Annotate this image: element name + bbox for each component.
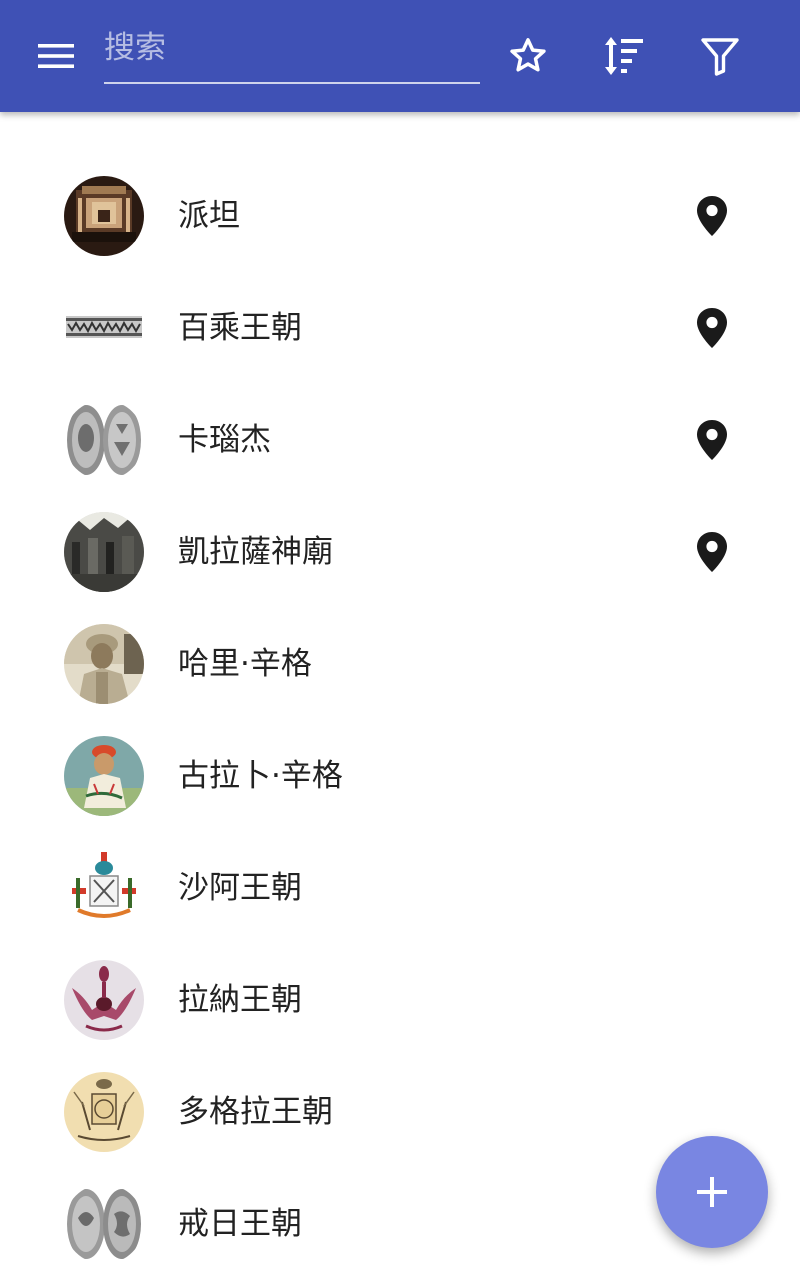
location-button[interactable] <box>692 524 732 580</box>
app-screen: 派坦 百乘王朝 <box>0 0 800 1280</box>
item-thumbnail <box>64 288 144 368</box>
item-title: 沙阿王朝 <box>178 870 302 906</box>
filter-icon <box>701 38 739 76</box>
search-box <box>104 20 480 84</box>
item-title: 多格拉王朝 <box>178 1094 333 1130</box>
item-title: 凱拉薩神廟 <box>178 534 333 570</box>
map-pin-icon <box>697 532 727 572</box>
search-input[interactable] <box>104 22 474 74</box>
app-bar <box>0 0 800 112</box>
favorites-button[interactable] <box>492 20 564 92</box>
item-thumbnail <box>64 736 144 816</box>
map-pin-icon <box>697 196 727 236</box>
list-item[interactable]: 派坦 <box>0 160 800 272</box>
location-button[interactable] <box>692 412 732 468</box>
item-thumbnail <box>64 512 144 592</box>
item-thumbnail <box>64 848 144 928</box>
list-item[interactable]: 凱拉薩神廟 <box>0 496 800 608</box>
item-title: 百乘王朝 <box>178 310 302 346</box>
list-item[interactable]: 哈里·辛格 <box>0 608 800 720</box>
list-item[interactable]: 卡瑙杰 <box>0 384 800 496</box>
item-thumbnail <box>64 400 144 480</box>
add-button[interactable] <box>656 1136 768 1248</box>
item-title: 卡瑙杰 <box>178 422 271 458</box>
list-item[interactable]: 拉納王朝 <box>0 944 800 1056</box>
menu-icon <box>38 44 74 68</box>
item-thumbnail <box>64 624 144 704</box>
list-item[interactable]: 百乘王朝 <box>0 272 800 384</box>
item-list: 派坦 百乘王朝 卡瑙杰 凱拉薩神廟 哈里·辛格 古拉卜·辛格 沙阿王朝 拉納王朝… <box>0 112 800 1280</box>
location-button[interactable] <box>692 188 732 244</box>
list-item[interactable]: 古拉卜·辛格 <box>0 720 800 832</box>
item-thumbnail <box>64 1184 144 1264</box>
sort-icon <box>605 37 643 75</box>
map-pin-icon <box>697 308 727 348</box>
add-icon <box>697 1177 727 1207</box>
item-title: 派坦 <box>178 198 240 234</box>
item-title: 戒日王朝 <box>178 1206 302 1242</box>
item-thumbnail <box>64 1072 144 1152</box>
location-button[interactable] <box>692 300 732 356</box>
filter-button[interactable] <box>684 20 756 92</box>
list-item[interactable]: 沙阿王朝 <box>0 832 800 944</box>
map-pin-icon <box>697 420 727 460</box>
item-title: 拉納王朝 <box>178 982 302 1018</box>
item-thumbnail <box>64 960 144 1040</box>
menu-button[interactable] <box>20 20 92 92</box>
item-title: 古拉卜·辛格 <box>178 758 343 794</box>
item-title: 哈里·辛格 <box>178 646 312 682</box>
item-thumbnail <box>64 176 144 256</box>
star-outline-icon <box>510 38 546 72</box>
sort-button[interactable] <box>588 20 660 92</box>
